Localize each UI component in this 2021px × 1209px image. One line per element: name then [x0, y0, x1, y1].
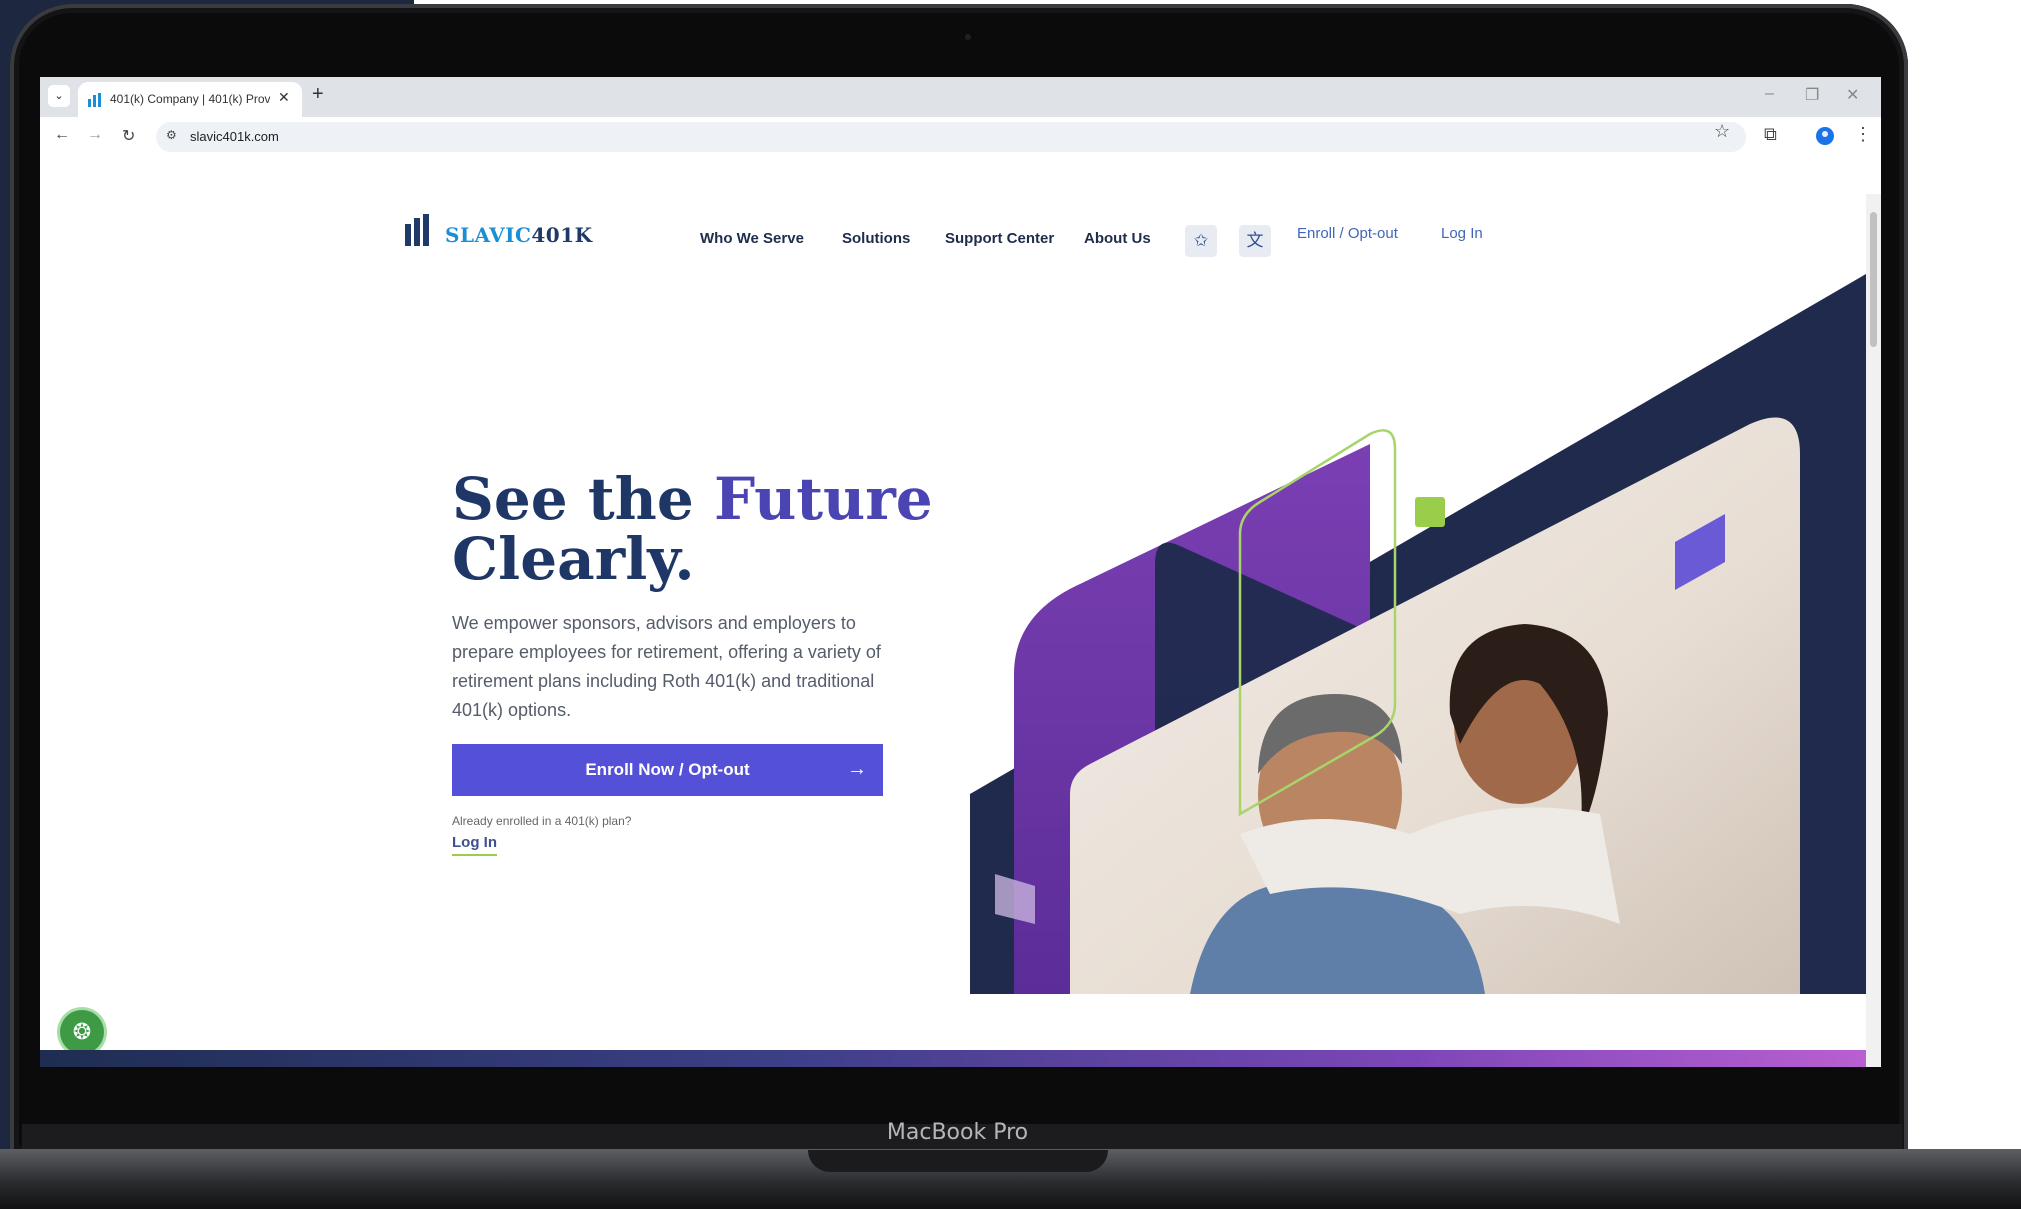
laptop-hinge-notch — [808, 1150, 1108, 1172]
site-settings-icon[interactable]: ⚙ — [166, 128, 177, 142]
nav-about-us[interactable]: About Us — [1084, 230, 1151, 247]
restore-icon[interactable]: ❐ — [1805, 85, 1819, 105]
hero-login-link[interactable]: Log In — [452, 834, 497, 856]
bookmark-star-icon[interactable]: ☆ — [1714, 121, 1730, 142]
extensions-icon[interactable]: ⧉ — [1764, 124, 1777, 145]
green-square-shape — [1415, 497, 1445, 527]
logo-text: SLAVIC401K — [445, 223, 593, 247]
hero-illustration — [970, 274, 1866, 994]
translate-button[interactable]: 文 — [1239, 225, 1271, 257]
already-enrolled-text: Already enrolled in a 401(k) plan? — [452, 814, 632, 828]
close-window-icon[interactable]: ✕ — [1846, 85, 1859, 105]
url-text: slavic401k.com — [190, 129, 279, 144]
nav-who-we-serve[interactable]: Who We Serve — [700, 230, 804, 247]
forward-arrow-icon[interactable]: → — [87, 126, 103, 144]
nav-solutions[interactable]: Solutions — [842, 230, 910, 247]
browser-tab-active[interactable]: 401(k) Company | 401(k) Provid ✕ — [78, 82, 302, 117]
arrow-right-icon: → — [847, 758, 867, 780]
top-login-link[interactable]: Log In — [1441, 225, 1483, 242]
hero-description: We empower sponsors, advisors and employ… — [452, 613, 881, 720]
browser-menu-icon[interactable]: ⋮ — [1854, 124, 1872, 145]
camera-dot — [965, 34, 971, 40]
profile-avatar-icon[interactable] — [1816, 127, 1834, 145]
cookie-settings-button[interactable]: ❂ — [60, 1010, 104, 1054]
nav-support-center[interactable]: Support Center — [945, 230, 1054, 247]
enroll-opt-out-link[interactable]: Enroll / Opt-out — [1297, 225, 1398, 242]
accessibility-button[interactable]: ✩ — [1185, 225, 1217, 257]
address-bar[interactable]: ⚙ slavic401k.com — [156, 122, 1746, 152]
enroll-now-label: Enroll Now / Opt-out — [585, 760, 750, 779]
browser-toolbar: ← → ↻ ⚙ slavic401k.com ☆ ⧉ ⋮ — [40, 117, 1881, 159]
tab-title: 401(k) Company | 401(k) Provid — [110, 92, 270, 106]
minimize-icon[interactable]: – — [1765, 85, 1774, 103]
accessibility-icon: ✩ — [1193, 231, 1209, 250]
page-scrollbar[interactable] — [1866, 194, 1881, 1067]
tab-close-icon[interactable]: ✕ — [278, 89, 290, 106]
reload-icon[interactable]: ↻ — [122, 126, 135, 146]
webpage: SLAVIC401K Who We Serve Solutions Suppor… — [40, 194, 1866, 1067]
screen: ⌄ 401(k) Company | 401(k) Provid ✕ + – ❐… — [40, 77, 1881, 1067]
site-favicon-icon — [88, 93, 104, 107]
browser-tab-strip: ⌄ 401(k) Company | 401(k) Provid ✕ + – ❐… — [40, 77, 1881, 117]
enroll-now-button[interactable]: Enroll Now / Opt-out → — [452, 744, 883, 796]
tab-search-chevron-icon[interactable]: ⌄ — [48, 85, 70, 107]
translate-icon: 文 — [1246, 231, 1264, 250]
back-arrow-icon[interactable]: ← — [54, 126, 70, 144]
device-label: MacBook Pro — [886, 1120, 1029, 1145]
scrollbar-thumb[interactable] — [1870, 212, 1877, 347]
cookie-icon: ❂ — [72, 1019, 92, 1044]
footer-gradient-band — [40, 1050, 1866, 1067]
new-tab-button[interactable]: + — [312, 83, 324, 106]
hero-title: See the Future Clearly. — [452, 465, 933, 593]
